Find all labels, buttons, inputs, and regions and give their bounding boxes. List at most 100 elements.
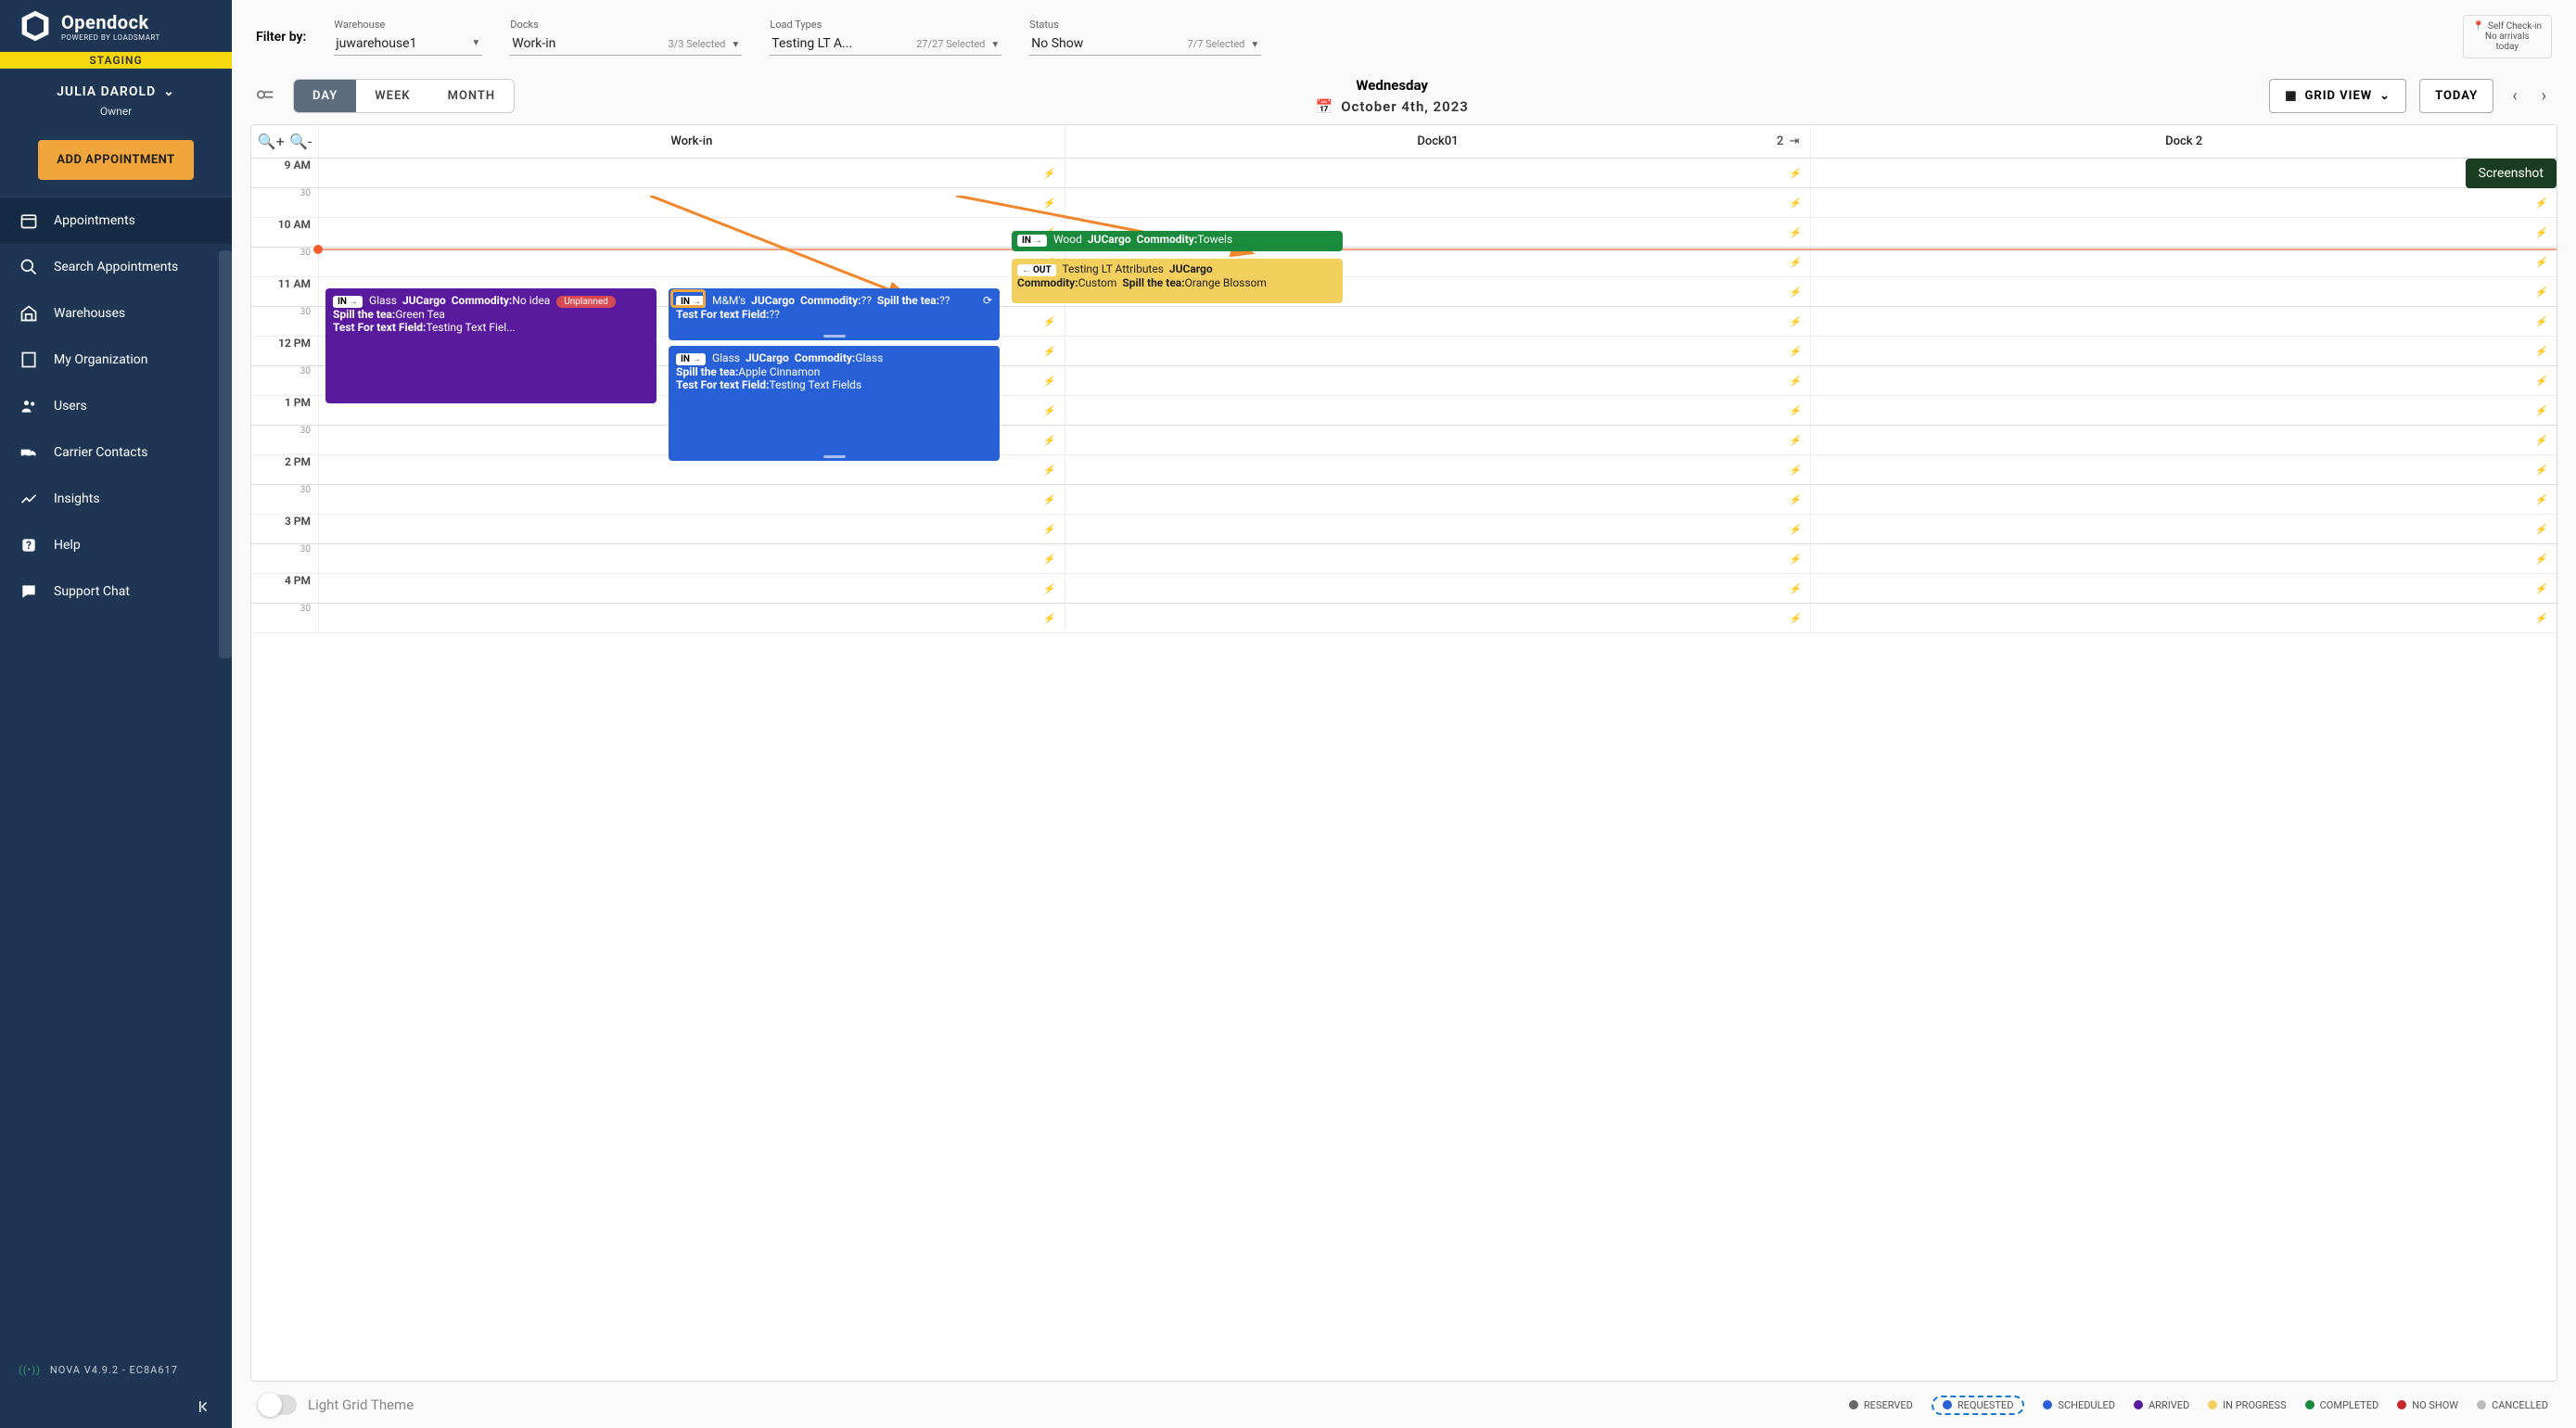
slot-cell[interactable]: ⚡ <box>1065 574 1811 603</box>
quick-add-icon[interactable]: ⚡ <box>1789 286 1802 298</box>
quick-add-icon[interactable]: ⚡ <box>1789 434 1802 446</box>
slot-cell[interactable]: ⚡ <box>1065 188 1811 217</box>
quick-add-icon[interactable]: ⚡ <box>1789 493 1802 505</box>
quick-add-icon[interactable]: ⚡ <box>1042 434 1055 446</box>
slot-cell[interactable]: ⚡ <box>1810 544 2557 573</box>
legend-requested[interactable]: REQUESTED <box>1932 1396 2025 1415</box>
quick-add-icon[interactable]: ⚡ <box>1789 315 1802 327</box>
slot-cell[interactable]: ⚡ <box>1065 485 1811 514</box>
screenshot-button[interactable]: Screenshot <box>2466 159 2557 188</box>
appointment-card[interactable]: ⟳ IN→ M&M's JUCargo Commodity:?? Spill t… <box>669 288 1000 340</box>
sidebar-item-users[interactable]: Users <box>0 383 232 429</box>
quick-add-icon[interactable]: ⚡ <box>1042 167 1055 179</box>
view-week-button[interactable]: WEEK <box>356 80 428 112</box>
slot-cell[interactable]: ⚡ <box>1065 604 1811 632</box>
timeline-icon[interactable] <box>256 84 276 108</box>
slot-cell[interactable]: ⚡ <box>1810 218 2557 247</box>
slot-cell[interactable]: ⚡ <box>318 188 1065 217</box>
quick-add-icon[interactable]: ⚡ <box>1789 345 1802 357</box>
sidebar-item-appointments[interactable]: Appointments <box>0 198 232 244</box>
slot-cell[interactable]: ⚡ <box>318 544 1065 573</box>
quick-add-icon[interactable]: ⚡ <box>1789 582 1802 594</box>
slot-cell[interactable]: ⚡ <box>1065 426 1811 454</box>
quick-add-icon[interactable]: ⚡ <box>1789 464 1802 476</box>
appointment-card[interactable]: ←OUT Testing LT Attributes JUCargo Commo… <box>1012 259 1343 303</box>
sidebar-item-search-appointments[interactable]: Search Appointments <box>0 244 232 290</box>
sidebar-scrollbar[interactable] <box>219 250 232 658</box>
slot-cell[interactable]: ⚡ <box>1810 574 2557 603</box>
quick-add-icon[interactable]: ⚡ <box>2534 582 2547 594</box>
self-checkin-panel[interactable]: 📍Self Check-in No arrivals today <box>2463 15 2552 58</box>
quick-add-icon[interactable]: ⚡ <box>1789 612 1802 624</box>
dock-header-dock01[interactable]: Dock012⇥ <box>1065 125 1811 158</box>
slot-cell[interactable]: ⚡ <box>318 604 1065 632</box>
quick-add-icon[interactable]: ⚡ <box>2534 197 2547 209</box>
next-day-button[interactable]: › <box>2536 86 2552 106</box>
appointment-card[interactable]: IN→ Wood JUCargo Commodity:Towels <box>1012 231 1343 251</box>
sidebar-item-support-chat[interactable]: Support Chat <box>0 568 232 615</box>
quick-add-icon[interactable]: ⚡ <box>1042 553 1055 565</box>
slot-cell[interactable]: ⚡ <box>1810 515 2557 543</box>
dock-header-workin[interactable]: Work-in <box>318 125 1065 158</box>
slot-cell[interactable]: ⚡ <box>1065 366 1811 395</box>
slot-cell[interactable]: ⚡ <box>1065 544 1811 573</box>
slot-cell[interactable]: ⚡ <box>318 485 1065 514</box>
prev-day-button[interactable]: ‹ <box>2506 86 2522 106</box>
filter-loadtypes-select[interactable]: Testing LT A...27/27 Selected▼ <box>770 32 1001 56</box>
resize-handle[interactable] <box>823 455 846 458</box>
date-picker[interactable]: 📅 October 4th, 2023 <box>1316 98 1469 115</box>
slot-cell[interactable]: ⚡ <box>1065 455 1811 484</box>
appointment-card[interactable]: IN→ Glass JUCargo Commodity:No idea Unpl… <box>325 288 657 403</box>
slot-cell[interactable]: ⚡ <box>318 218 1065 247</box>
quick-add-icon[interactable]: ⚡ <box>1042 493 1055 505</box>
slot-cell[interactable]: ⚡ <box>1810 455 2557 484</box>
quick-add-icon[interactable]: ⚡ <box>2534 553 2547 565</box>
quick-add-icon[interactable]: ⚡ <box>1042 464 1055 476</box>
resize-handle[interactable] <box>823 335 846 338</box>
slot-cell[interactable]: ⚡ <box>1065 515 1811 543</box>
slot-cell[interactable]: ⚡ <box>1810 307 2557 336</box>
slot-cell[interactable]: ⚡ <box>318 159 1065 187</box>
sidebar-item-my-organization[interactable]: My Organization <box>0 337 232 383</box>
slot-cell[interactable]: ⚡ <box>1810 277 2557 306</box>
quick-add-icon[interactable]: ⚡ <box>1789 167 1802 179</box>
slot-cell[interactable]: ⚡ <box>1065 159 1811 187</box>
quick-add-icon[interactable]: ⚡ <box>1789 226 1802 238</box>
quick-add-icon[interactable]: ⚡ <box>1042 612 1055 624</box>
quick-add-icon[interactable]: ⚡ <box>1789 404 1802 416</box>
quick-add-icon[interactable]: ⚡ <box>2534 493 2547 505</box>
slot-cell[interactable]: ⚡ <box>1810 396 2557 425</box>
quick-add-icon[interactable]: ⚡ <box>2534 286 2547 298</box>
grid-view-button[interactable]: ▦GRID VIEW⌄ <box>2269 79 2406 113</box>
quick-add-icon[interactable]: ⚡ <box>2534 464 2547 476</box>
sidebar-item-insights[interactable]: Insights <box>0 476 232 522</box>
appointment-card[interactable]: IN→ Glass JUCargo Commodity:Glass Spill … <box>669 346 1000 461</box>
quick-add-icon[interactable]: ⚡ <box>1042 345 1055 357</box>
quick-add-icon[interactable]: ⚡ <box>1042 523 1055 535</box>
slot-cell[interactable]: ⚡ <box>318 574 1065 603</box>
quick-add-icon[interactable]: ⚡ <box>2534 612 2547 624</box>
filter-warehouse-select[interactable]: juwarehouse1▼ <box>334 32 482 56</box>
view-month-button[interactable]: MONTH <box>429 80 515 112</box>
slot-cell[interactable]: ⚡ <box>318 515 1065 543</box>
theme-toggle[interactable]: Light Grid Theme <box>260 1395 414 1415</box>
user-menu[interactable]: JULIA DAROLD ⌄ <box>57 84 175 99</box>
slot-cell[interactable]: ⚡ <box>1810 159 2557 187</box>
sidebar-item-help[interactable]: ?Help <box>0 522 232 568</box>
slot-cell[interactable]: ⚡ <box>1810 366 2557 395</box>
sidebar-item-warehouses[interactable]: Warehouses <box>0 290 232 337</box>
slot-cell[interactable]: ⚡ <box>1065 337 1811 365</box>
collapse-sidebar-button[interactable] <box>0 1389 232 1428</box>
today-button[interactable]: TODAY <box>2419 79 2493 113</box>
slot-cell[interactable]: ⚡ <box>1810 248 2557 276</box>
quick-add-icon[interactable]: ⚡ <box>1789 553 1802 565</box>
slot-cell[interactable]: ⚡ <box>1065 307 1811 336</box>
quick-add-icon[interactable]: ⚡ <box>1789 523 1802 535</box>
theme-switch[interactable] <box>260 1395 297 1415</box>
slot-cell[interactable]: ⚡ <box>1810 337 2557 365</box>
quick-add-icon[interactable]: ⚡ <box>2534 404 2547 416</box>
quick-add-icon[interactable]: ⚡ <box>1042 197 1055 209</box>
quick-add-icon[interactable]: ⚡ <box>1789 375 1802 387</box>
slot-cell[interactable]: ⚡ <box>1810 604 2557 632</box>
sidebar-item-carrier-contacts[interactable]: Carrier Contacts <box>0 429 232 476</box>
